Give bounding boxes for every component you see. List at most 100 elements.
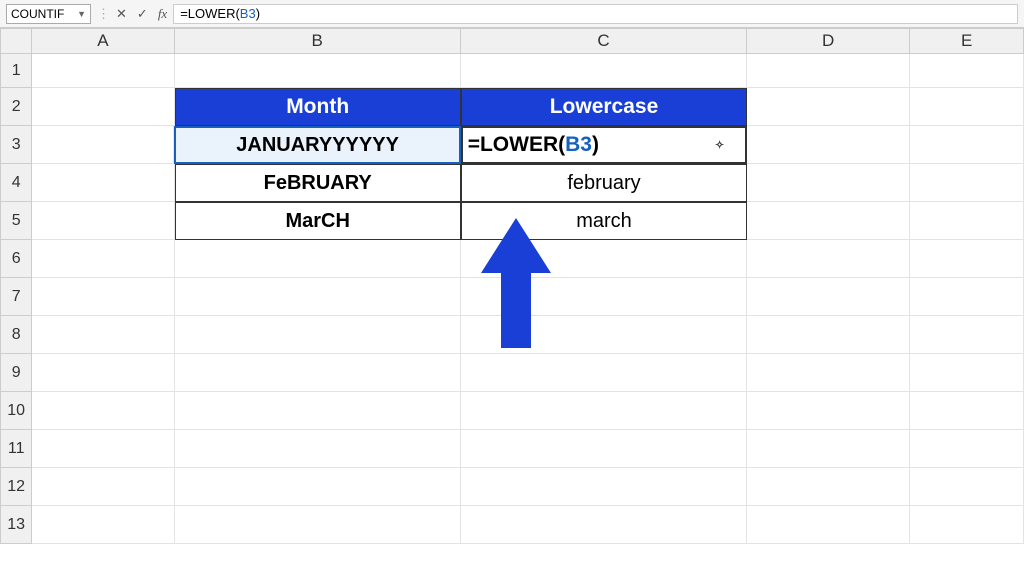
- cell-e12[interactable]: [910, 468, 1024, 506]
- cell-d7[interactable]: [747, 278, 910, 316]
- cell-d11[interactable]: [747, 430, 910, 468]
- cell-c9[interactable]: [461, 354, 747, 392]
- row-header-11[interactable]: 11: [0, 430, 32, 468]
- cell-e5[interactable]: [910, 202, 1024, 240]
- cell-a1[interactable]: [32, 54, 174, 88]
- cell-a9[interactable]: [32, 354, 174, 392]
- column-header-d[interactable]: D: [747, 28, 910, 54]
- cell-a6[interactable]: [32, 240, 174, 278]
- cell-b6[interactable]: [175, 240, 461, 278]
- row-header-6[interactable]: 6: [0, 240, 32, 278]
- row-header-8[interactable]: 8: [0, 316, 32, 354]
- column-header-c[interactable]: C: [461, 28, 747, 54]
- row-header-5[interactable]: 5: [0, 202, 32, 240]
- cell-a11[interactable]: [32, 430, 174, 468]
- cell-e9[interactable]: [910, 354, 1024, 392]
- cell-d5[interactable]: [747, 202, 910, 240]
- cell-b8[interactable]: [175, 316, 461, 354]
- cell-b7[interactable]: [175, 278, 461, 316]
- cell-e6[interactable]: [910, 240, 1024, 278]
- cell-c4[interactable]: february: [461, 164, 747, 202]
- column-header-e[interactable]: E: [910, 28, 1024, 54]
- cell-a13[interactable]: [32, 506, 174, 544]
- cell-d8[interactable]: [747, 316, 910, 354]
- cell-c6[interactable]: [461, 240, 747, 278]
- cell-b1[interactable]: [175, 54, 461, 88]
- cancel-icon[interactable]: ✕: [116, 6, 127, 22]
- row-header-13[interactable]: 13: [0, 506, 32, 544]
- formula-text-prefix: =LOWER(: [180, 6, 240, 21]
- cell-e4[interactable]: [910, 164, 1024, 202]
- cell-d6[interactable]: [747, 240, 910, 278]
- cell-e2[interactable]: [910, 88, 1024, 126]
- row-7: 7: [0, 278, 1024, 316]
- cell-c13[interactable]: [461, 506, 747, 544]
- formula-input[interactable]: =LOWER(B3): [173, 4, 1018, 24]
- cell-d4[interactable]: [747, 164, 910, 202]
- cell-a8[interactable]: [32, 316, 174, 354]
- cell-b4[interactable]: FeBRUARY: [175, 164, 461, 202]
- row-2: 2 Month Lowercase: [0, 88, 1024, 126]
- name-box[interactable]: COUNTIF ▼: [6, 4, 91, 24]
- cell-a2[interactable]: [32, 88, 174, 126]
- row-9: 9: [0, 354, 1024, 392]
- cell-d2[interactable]: [747, 88, 910, 126]
- row-5: 5 MarCH march: [0, 202, 1024, 240]
- cell-d10[interactable]: [747, 392, 910, 430]
- insert-function-icon[interactable]: fx: [158, 6, 167, 22]
- cell-e11[interactable]: [910, 430, 1024, 468]
- cell-d3[interactable]: [747, 126, 910, 164]
- cell-d13[interactable]: [747, 506, 910, 544]
- cell-b12[interactable]: [175, 468, 461, 506]
- cell-c1[interactable]: [461, 54, 747, 88]
- row-header-4[interactable]: 4: [0, 164, 32, 202]
- cell-c10[interactable]: [461, 392, 747, 430]
- cell-c8[interactable]: [461, 316, 747, 354]
- row-header-7[interactable]: 7: [0, 278, 32, 316]
- cell-b10[interactable]: [175, 392, 461, 430]
- row-header-9[interactable]: 9: [0, 354, 32, 392]
- cell-d12[interactable]: [747, 468, 910, 506]
- cell-e1[interactable]: [910, 54, 1024, 88]
- cell-b9[interactable]: [175, 354, 461, 392]
- cell-e3[interactable]: [910, 126, 1024, 164]
- cell-a5[interactable]: [32, 202, 174, 240]
- row-header-1[interactable]: 1: [0, 54, 32, 88]
- row-10: 10: [0, 392, 1024, 430]
- cell-a10[interactable]: [32, 392, 174, 430]
- cell-a3[interactable]: [32, 126, 174, 164]
- column-header-b[interactable]: B: [175, 28, 461, 54]
- cell-b11[interactable]: [175, 430, 461, 468]
- row-header-10[interactable]: 10: [0, 392, 32, 430]
- cell-b13[interactable]: [175, 506, 461, 544]
- cell-a12[interactable]: [32, 468, 174, 506]
- table-header-lowercase[interactable]: Lowercase: [461, 88, 747, 126]
- formula-suffix: ): [592, 133, 599, 157]
- row-3: 3 JANUARYYYYYY =LOWER(B3) ✧: [0, 126, 1024, 164]
- cell-d9[interactable]: [747, 354, 910, 392]
- cell-d1[interactable]: [747, 54, 910, 88]
- cell-c11[interactable]: [461, 430, 747, 468]
- cell-c3-editing[interactable]: =LOWER(B3) ✧: [461, 126, 748, 164]
- cell-e8[interactable]: [910, 316, 1024, 354]
- table-header-month[interactable]: Month: [175, 88, 461, 126]
- cell-c5[interactable]: march: [461, 202, 747, 240]
- cell-c7[interactable]: [461, 278, 747, 316]
- row-header-12[interactable]: 12: [0, 468, 32, 506]
- row-13: 13: [0, 506, 1024, 544]
- cell-c12[interactable]: [461, 468, 747, 506]
- cell-a4[interactable]: [32, 164, 174, 202]
- cell-e10[interactable]: [910, 392, 1024, 430]
- cell-b3[interactable]: JANUARYYYYYY: [174, 126, 460, 164]
- row-header-2[interactable]: 2: [0, 88, 32, 126]
- chevron-down-icon[interactable]: ▼: [77, 9, 86, 19]
- cell-a7[interactable]: [32, 278, 174, 316]
- select-all-corner[interactable]: [0, 28, 32, 54]
- formula-text-suffix: ): [256, 6, 260, 21]
- column-header-a[interactable]: A: [32, 28, 174, 54]
- row-header-3[interactable]: 3: [0, 126, 32, 164]
- cell-b5[interactable]: MarCH: [175, 202, 461, 240]
- enter-icon[interactable]: ✓: [137, 6, 148, 22]
- cell-e7[interactable]: [910, 278, 1024, 316]
- cell-e13[interactable]: [910, 506, 1024, 544]
